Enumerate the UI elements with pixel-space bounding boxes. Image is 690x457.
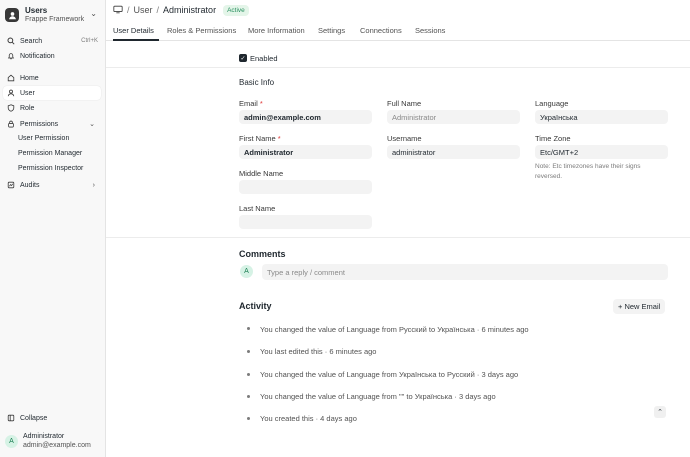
full-name-field: Administrator <box>387 110 520 124</box>
activity-item: You changed the value of Language from У… <box>260 370 519 379</box>
first-name-label: First Name * <box>239 134 281 143</box>
activity-item: You changed the value of Language from "… <box>260 392 496 401</box>
enabled-label: Enabled <box>250 54 278 63</box>
scroll-to-top-button[interactable]: ⌃ <box>654 406 666 418</box>
home-icon <box>6 74 15 83</box>
divider <box>106 67 690 68</box>
chevron-right-icon: › <box>92 181 95 189</box>
user-email: admin@example.com <box>23 442 91 449</box>
search-label: Search <box>20 37 43 45</box>
timeline-dot <box>247 327 250 330</box>
tab-bar: User Details Roles & Permissions More In… <box>106 22 690 41</box>
activity-title: Activity <box>239 301 272 311</box>
breadcrumb-user-link[interactable]: User <box>134 5 153 15</box>
username-label: Username <box>387 134 422 143</box>
sidebar-subitem-permission-manager[interactable]: Permission Manager <box>18 150 82 157</box>
middle-name-field[interactable] <box>239 180 372 194</box>
collapse-label: Collapse <box>20 414 48 422</box>
audits-icon <box>6 181 15 190</box>
app-subtitle: Frappe Framework <box>25 16 85 23</box>
app-name: Users <box>25 6 48 15</box>
tab-settings[interactable]: Settings <box>318 26 345 35</box>
timeline-dot <box>247 373 250 376</box>
monitor-icon[interactable] <box>113 5 123 16</box>
timezone-note: Note: Etc timezones have their signs rev… <box>535 163 641 180</box>
language-select[interactable]: Українська <box>535 110 668 124</box>
breadcrumb: / User / Administrator Active <box>106 0 690 20</box>
sidebar-item-label: User <box>20 89 35 97</box>
breadcrumb-separator: / <box>156 5 160 15</box>
timeline-dot <box>247 350 250 353</box>
activity-item: You created this · 4 days ago <box>260 414 357 423</box>
email-label: Email * <box>239 99 263 108</box>
user-icon <box>6 89 15 98</box>
middle-name-label: Middle Name <box>239 169 284 178</box>
tab-connections[interactable]: Connections <box>360 26 402 35</box>
enabled-checkbox[interactable]: ✓ <box>239 54 247 62</box>
breadcrumb-separator: / <box>127 5 130 15</box>
sidebar-item-label: Role <box>20 104 35 112</box>
username-field[interactable]: administrator <box>387 145 520 159</box>
timezone-label: Time Zone <box>535 134 571 143</box>
app-switcher[interactable]: Users Frappe Framework ⌄ <box>5 5 101 25</box>
section-basic-info: Basic Info <box>239 78 275 87</box>
sidebar-item-role[interactable]: Role <box>3 101 101 115</box>
activity-item: You changed the value of Language from Р… <box>260 325 529 334</box>
last-name-field[interactable] <box>239 215 372 229</box>
chevron-down-icon: ⌄ <box>90 9 97 18</box>
first-name-field[interactable]: Administrator <box>239 145 372 159</box>
tab-sessions[interactable]: Sessions <box>415 26 445 35</box>
language-label: Language <box>535 99 569 108</box>
last-name-label: Last Name <box>239 204 276 213</box>
page-title: Administrator <box>163 5 217 15</box>
email-field[interactable]: admin@example.com <box>239 110 372 124</box>
chevron-up-icon: ⌃ <box>657 409 663 416</box>
sidebar: Users Frappe Framework ⌄ Search Ctrl+K N… <box>0 0 106 457</box>
tab-user-details[interactable]: User Details <box>113 26 154 35</box>
divider <box>106 237 690 238</box>
collapse-button[interactable]: Collapse <box>3 411 101 425</box>
tab-more-information[interactable]: More Information <box>248 26 305 35</box>
sidebar-item-home[interactable]: Home <box>3 71 101 85</box>
users-app-icon <box>5 8 19 22</box>
notification-button[interactable]: Notification <box>3 49 101 63</box>
full-name-label: Full Name <box>387 99 422 108</box>
timeline-dot <box>247 417 250 420</box>
active-tab-indicator <box>113 39 159 41</box>
sidebar-item-permissions[interactable]: Permissions ⌄ <box>3 117 101 131</box>
comments-title: Comments <box>239 249 286 259</box>
bell-icon <box>6 52 15 61</box>
search-shortcut: Ctrl+K <box>81 38 98 44</box>
comment-avatar: A <box>240 265 253 278</box>
sidebar-item-user[interactable]: User <box>3 86 101 100</box>
sidebar-item-label: Permissions <box>20 120 59 128</box>
sidebar-item-label: Audits <box>20 181 40 189</box>
role-icon <box>6 104 15 113</box>
activity-item: You last edited this · 6 minutes ago <box>260 347 377 356</box>
new-email-button[interactable]: + New Email <box>613 299 666 314</box>
user-menu[interactable]: A Administrator admin@example.com <box>5 432 91 450</box>
collapse-icon <box>6 414 15 423</box>
sidebar-subitem-user-permission[interactable]: User Permission <box>18 135 69 142</box>
search-icon <box>6 37 15 46</box>
timeline-dot <box>247 395 250 398</box>
tab-roles-permissions[interactable]: Roles & Permissions <box>167 26 236 35</box>
search-button[interactable]: Search Ctrl+K <box>3 34 101 48</box>
timezone-select[interactable]: Etc/GMT+2 <box>535 145 668 159</box>
avatar: A <box>5 434 18 448</box>
sidebar-item-audits[interactable]: Audits › <box>3 178 101 192</box>
notification-label: Notification <box>20 52 55 60</box>
user-name: Administrator <box>23 433 65 440</box>
status-badge: Active <box>223 4 249 16</box>
chevron-down-icon: ⌄ <box>89 121 95 128</box>
sidebar-item-label: Home <box>20 74 39 82</box>
lock-icon <box>6 120 15 129</box>
sidebar-subitem-permission-inspector[interactable]: Permission Inspector <box>18 165 83 172</box>
comment-input[interactable]: Type a reply / comment <box>262 264 668 280</box>
